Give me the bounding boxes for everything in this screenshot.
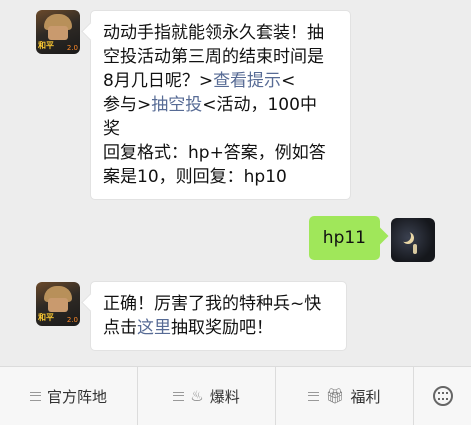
bottom-menu-bar: 官方阵地 ♨ 爆料 🎁︎ 福利: [0, 366, 471, 425]
user-avatar[interactable]: [391, 218, 435, 262]
message-text: 8月几日呢？>: [103, 71, 214, 91]
tab-news[interactable]: ♨ 爆料: [138, 367, 276, 425]
tab-official-site[interactable]: 官方阵地: [0, 367, 138, 425]
official-account-avatar[interactable]: 和平 2.0: [36, 10, 80, 54]
menu-lines-icon: [29, 391, 41, 401]
tab-label: 官方阵地: [46, 387, 107, 406]
message-text: 参与>: [103, 95, 152, 115]
view-hint-link[interactable]: 查看提示: [213, 71, 281, 91]
message-bubble-question: 动动手指就能领永久套装！抽 空投活动第三周的结束时间是 8月几日呢？>查看提示<…: [90, 10, 351, 200]
message-text: <: [281, 71, 296, 91]
menu-lines-icon: [308, 391, 320, 401]
avatar-game-label: 和平: [38, 313, 54, 322]
avatar-version-badge: 2.0: [66, 316, 78, 324]
avatar-face: [48, 26, 68, 40]
message-bubble-reply: hp11: [308, 216, 380, 260]
message-line: 参与>抽空投<活动，100中: [103, 93, 338, 117]
avatar-face: [48, 298, 68, 312]
tab-label: 爆料: [209, 387, 240, 406]
message-text: <活动，100中: [202, 95, 317, 115]
message-line: 动动手指就能领永久套装！抽: [103, 23, 324, 43]
message-line: 8月几日呢？>查看提示<: [103, 69, 338, 93]
flame-icon: ♨: [190, 387, 204, 405]
avatar-version-badge: 2.0: [66, 44, 78, 52]
avatar-game-label: 和平: [38, 41, 54, 50]
menu-lines-icon: [173, 391, 185, 401]
airdrop-link[interactable]: 抽空投: [151, 95, 202, 115]
message-text: 点击: [103, 318, 137, 338]
message-line: 空投活动第三周的结束时间是: [103, 47, 324, 67]
gift-icon: 🎁︎: [325, 387, 345, 405]
keyboard-icon: [432, 386, 453, 406]
moon-icon: [399, 230, 411, 242]
message-line: 回复格式：hp+答案，例如答: [103, 143, 326, 163]
message-line: 奖: [103, 119, 120, 139]
keyboard-toggle-button[interactable]: [414, 367, 471, 425]
claim-reward-link[interactable]: 这里: [137, 318, 171, 338]
message-line: 正确！厉害了我的特种兵~快: [103, 294, 322, 314]
user-avatar-background: [391, 218, 435, 262]
reply-text: hp11: [322, 228, 366, 248]
tab-welfare[interactable]: 🎁︎ 福利: [276, 367, 414, 425]
official-account-avatar[interactable]: 和平 2.0: [36, 282, 80, 326]
tab-label: 福利: [350, 387, 381, 406]
message-text: 抽取奖励吧！: [171, 318, 273, 338]
message-line: 案是10，则回复：hp10: [103, 167, 287, 187]
figure-icon: [413, 244, 417, 254]
message-line: 点击这里抽取奖励吧！: [103, 316, 334, 340]
message-bubble-answer: 正确！厉害了我的特种兵~快 点击这里抽取奖励吧！: [90, 281, 347, 351]
